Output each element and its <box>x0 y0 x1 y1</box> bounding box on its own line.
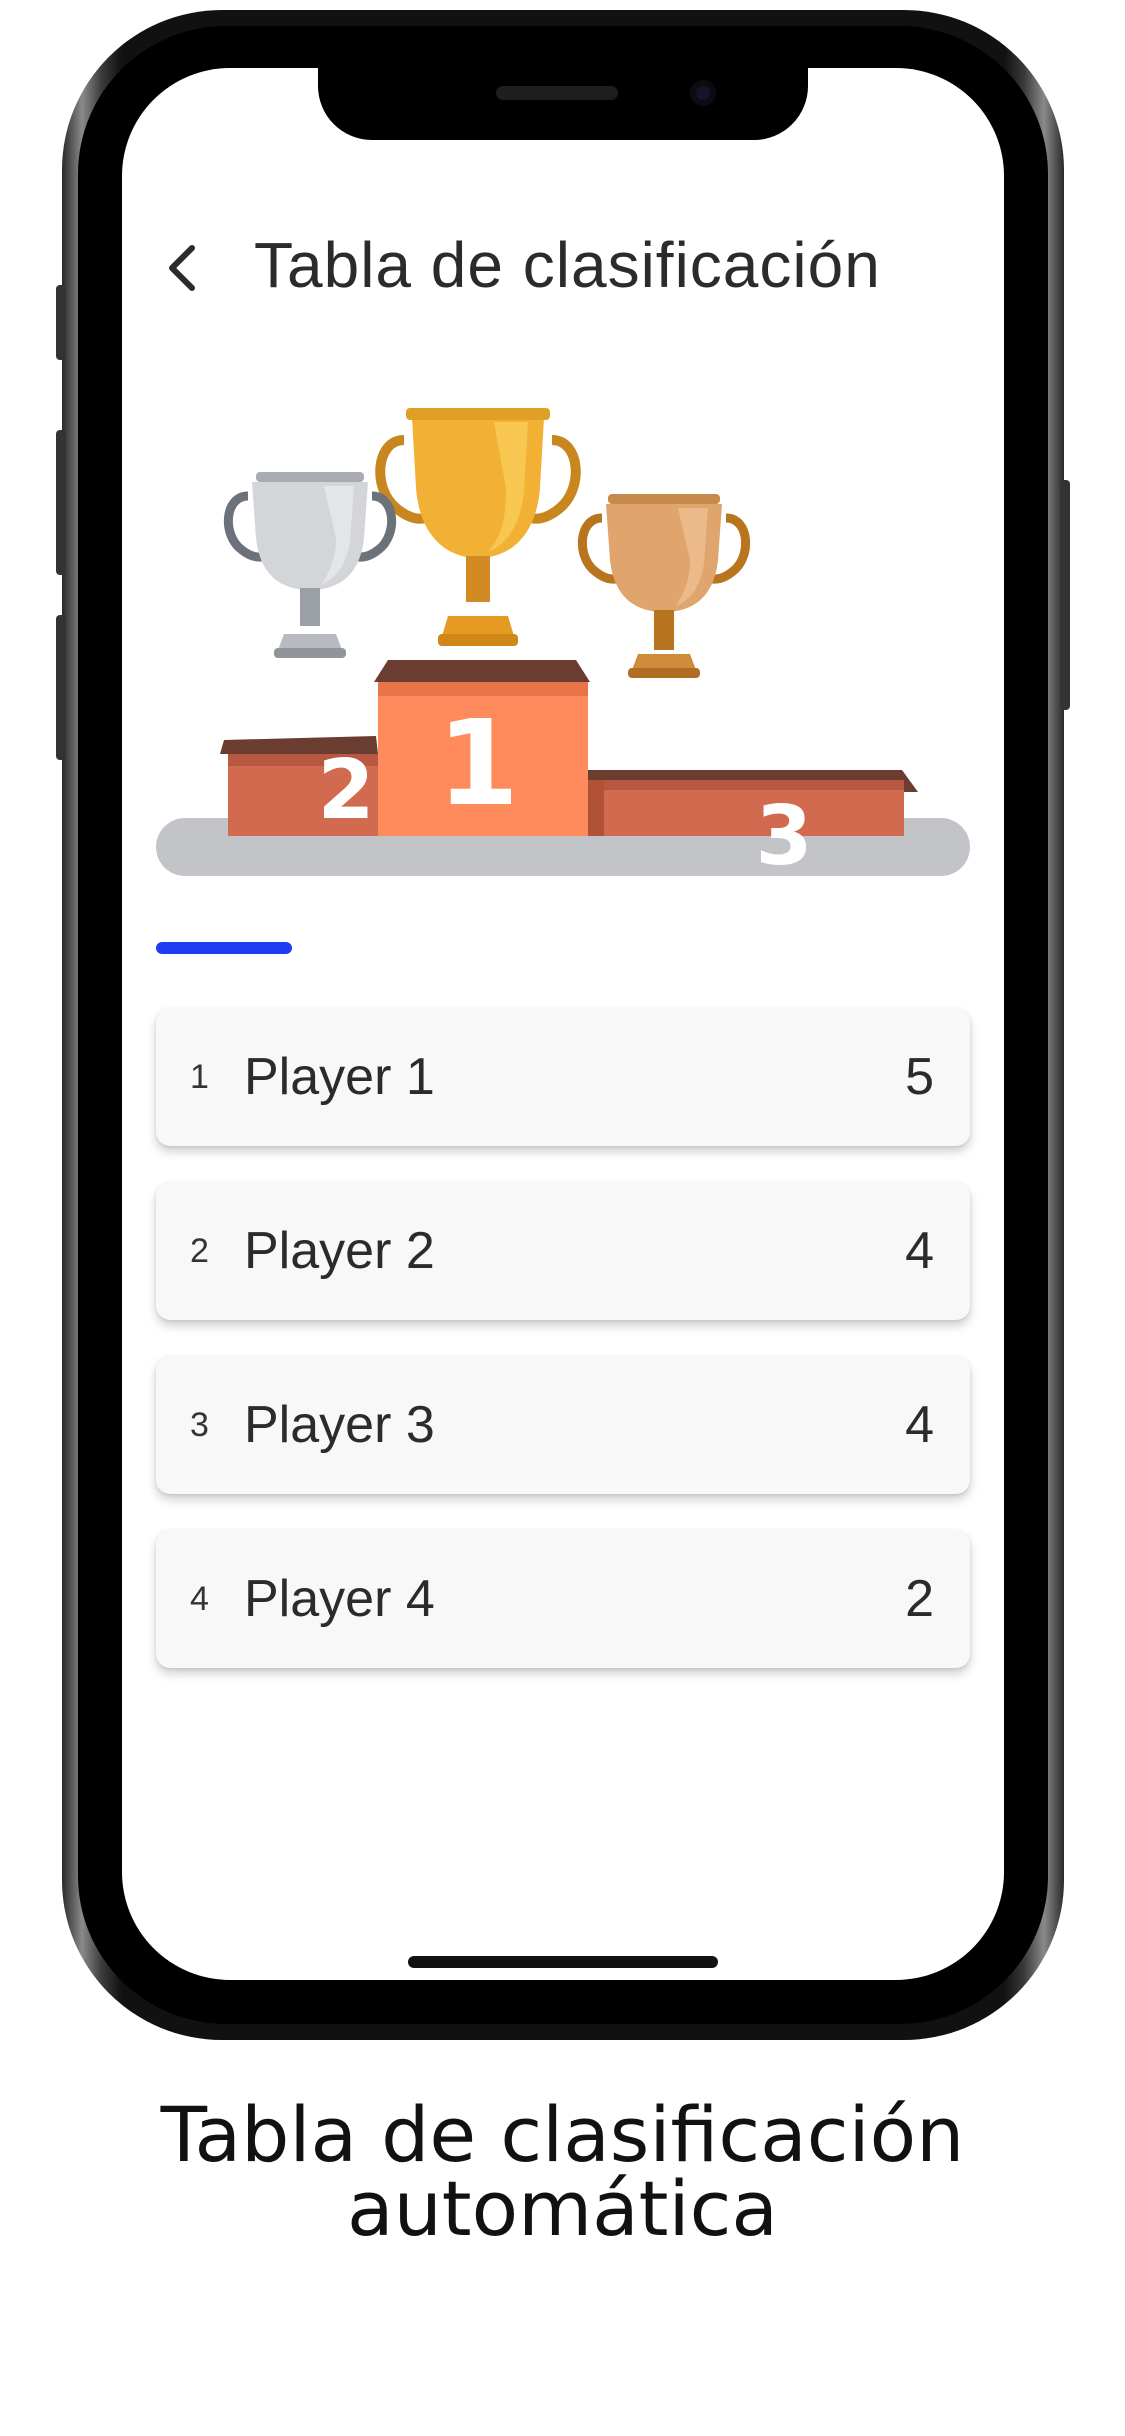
caption-line-1: Tabla de clasificación <box>160 2090 965 2179</box>
app-screen: Tabla de clasificación 2 1 3 1 Player 1 … <box>122 68 1004 1980</box>
front-camera <box>690 80 716 106</box>
row-rank: 3 <box>190 1406 209 1444</box>
silver-trophy-icon <box>224 472 396 658</box>
leaderboard-list: 1 Player 1 5 2 Player 2 4 3 Player 3 4 4… <box>156 1008 970 1704</box>
page-title: Tabla de clasificación <box>254 229 881 301</box>
row-rank: 2 <box>190 1232 209 1270</box>
podium-label-1: 1 <box>437 694 519 832</box>
gold-trophy-icon <box>375 408 581 646</box>
row-rank: 4 <box>190 1580 209 1618</box>
chevron-left-icon <box>169 245 195 291</box>
row-score: 4 <box>905 1396 934 1454</box>
notch <box>318 68 808 140</box>
bronze-trophy-icon <box>578 494 750 678</box>
leaderboard-row[interactable]: 3 Player 3 4 <box>156 1356 970 1494</box>
row-player-name: Player 1 <box>244 1048 435 1106</box>
tab-indicator <box>156 942 292 954</box>
row-score: 2 <box>905 1570 934 1628</box>
leaderboard-row[interactable]: 2 Player 2 4 <box>156 1182 970 1320</box>
podium-label-2: 2 <box>317 743 374 838</box>
mute-switch <box>56 285 66 360</box>
row-score: 5 <box>905 1048 934 1106</box>
marketing-caption: Tabla de clasificación automática <box>0 2090 1125 2253</box>
row-player-name: Player 4 <box>244 1570 435 1628</box>
podium-illustration: 2 1 3 <box>156 368 970 888</box>
caption-line-2: automática <box>347 2164 778 2253</box>
podium-label-3: 3 <box>755 789 812 884</box>
row-score: 4 <box>905 1222 934 1280</box>
leaderboard-row[interactable]: 1 Player 1 5 <box>156 1008 970 1146</box>
leaderboard-row[interactable]: 4 Player 4 2 <box>156 1530 970 1668</box>
speaker-grille <box>496 86 618 100</box>
row-player-name: Player 2 <box>244 1222 435 1280</box>
back-button[interactable] <box>152 233 212 303</box>
home-indicator[interactable] <box>408 1956 718 1968</box>
power-button <box>1060 480 1070 710</box>
volume-down-button <box>56 615 66 760</box>
row-rank: 1 <box>190 1058 209 1096</box>
podium-block-first: 1 <box>374 660 590 836</box>
row-player-name: Player 3 <box>244 1396 435 1454</box>
volume-up-button <box>56 430 66 575</box>
